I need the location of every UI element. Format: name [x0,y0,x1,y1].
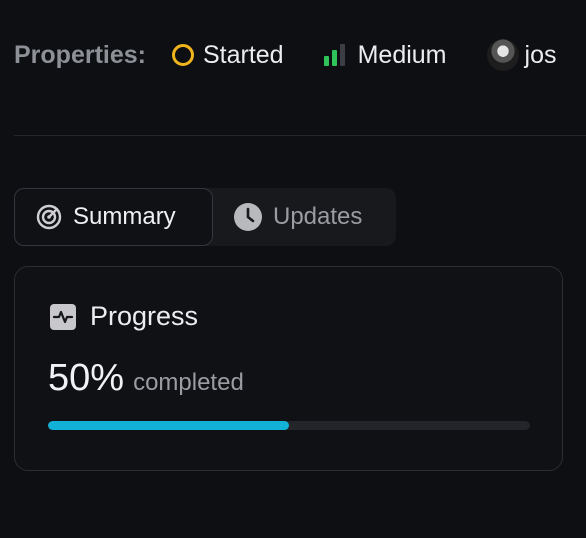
clock-icon [233,202,263,232]
signal-bars-icon [323,44,345,66]
assignee-property[interactable]: jos [486,39,557,71]
pulse-icon [50,303,76,330]
target-icon [35,203,63,231]
tab-summary[interactable]: Summary [14,188,213,246]
progress-title: Progress [90,301,199,331]
progress-completed-label: completed [133,369,244,396]
assignee-label: jos [524,40,557,69]
divider [14,135,586,136]
signal-bar-3 [339,44,345,66]
priority-label: Medium [357,40,447,69]
progress-percent: 50% [48,357,125,399]
progress-card-header: Progress [50,301,198,332]
tab-summary-label: Summary [73,203,176,230]
circle-outline-icon [171,44,194,66]
signal-bar-1 [323,56,329,66]
avatar [486,39,519,71]
properties-label: Properties: [14,40,146,69]
signal-bar-2 [331,50,337,66]
status-property[interactable]: Started [171,40,284,70]
progress-bar-fill [48,421,289,430]
tab-bar: Summary Updates [14,188,396,246]
priority-property[interactable]: Medium [323,40,447,70]
properties-bar: Properties: Started Medium jos [14,36,556,74]
progress-bar [48,421,530,430]
progress-summary: 50% completed [48,357,244,400]
tab-updates-label: Updates [273,203,363,230]
tab-updates[interactable]: Updates [213,188,362,246]
progress-card: Progress 50% completed [14,266,563,471]
status-label: Started [202,40,284,69]
